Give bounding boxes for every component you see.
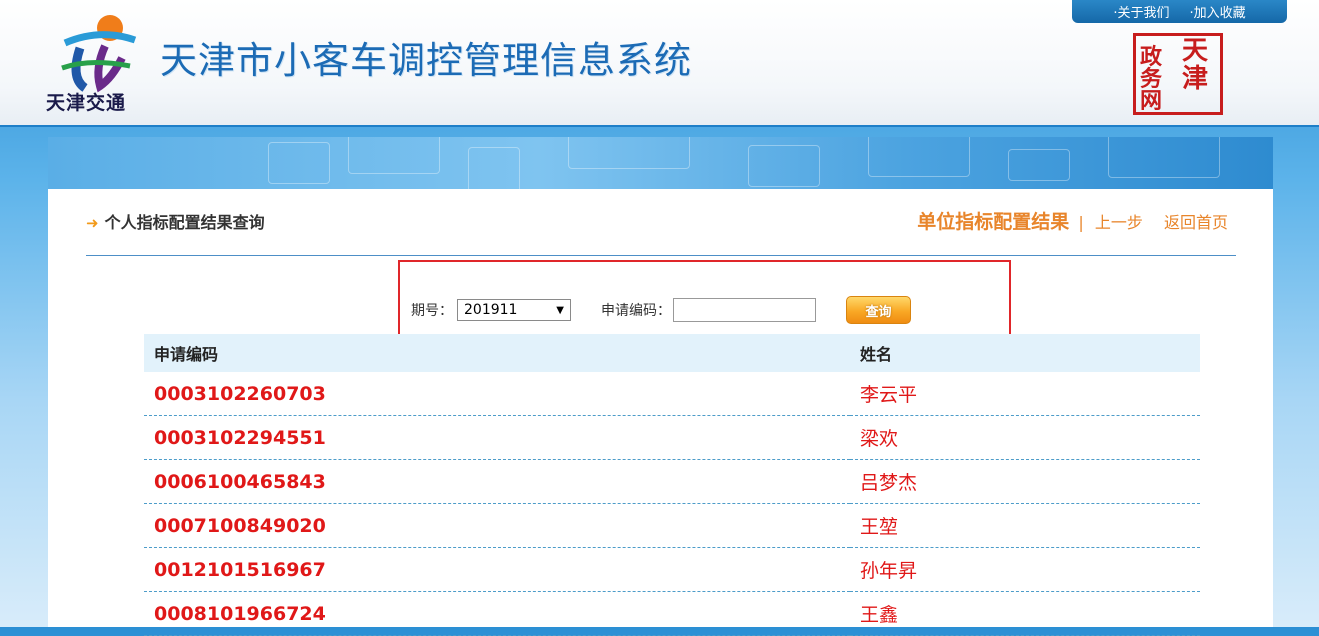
code-label: 申请编码：	[601, 303, 671, 319]
table-row: 0012101516967 孙年昇	[144, 547, 1200, 592]
period-label: 期号：	[411, 303, 453, 319]
link-separator: |	[1078, 213, 1084, 232]
arrow-right-icon: ➜	[86, 214, 99, 232]
application-code: 0007100849020	[144, 503, 850, 548]
column-header-code: 申请编码	[144, 334, 850, 372]
seal-char: 津	[1182, 64, 1209, 94]
page-title: 个人指标配置结果查询	[104, 213, 265, 232]
table-row: 0008101966724 王鑫	[144, 591, 1200, 636]
applicant-name: 孙年昇	[850, 547, 1200, 592]
about-us-link[interactable]: ·关于我们	[1113, 2, 1169, 21]
seal-char: 网	[1140, 88, 1163, 114]
top-links: ·关于我们 ·加入收藏	[1072, 0, 1287, 23]
query-button[interactable]: 查询	[846, 296, 911, 324]
applicant-name: 王鑫	[850, 591, 1200, 636]
table-row: 0006100465843 吕梦杰	[144, 459, 1200, 504]
application-code: 0012101516967	[144, 547, 850, 592]
main-content: ➜ 个人指标配置结果查询 单位指标配置结果 | 上一步 返回首页 期号： 2019…	[48, 189, 1273, 636]
search-form: 期号： 201911 ▼ 申请编码： 查询	[411, 296, 911, 324]
table-row: 0003102260703 李云平	[144, 372, 1200, 416]
applicant-name: 梁欢	[850, 415, 1200, 460]
application-code: 0003102260703	[144, 372, 850, 416]
result-table: 申请编码 姓名 0003102260703 李云平 0003102294551 …	[144, 334, 1200, 636]
decorative-banner	[48, 137, 1273, 189]
home-link[interactable]: 返回首页	[1164, 213, 1228, 232]
page-heading: ➜ 个人指标配置结果查询	[86, 209, 265, 233]
table-row: 0003102294551 梁欢	[144, 415, 1200, 460]
chevron-down-icon: ▼	[556, 304, 564, 316]
page-nav-links: 单位指标配置结果 | 上一步 返回首页	[917, 207, 1228, 234]
column-header-name: 姓名	[850, 334, 1200, 372]
site-header: 天津交通 天津市小客车调控管理信息系统 ·关于我们 ·加入收藏 天 津 政 务 …	[0, 0, 1319, 127]
logo-text: 天津交通	[46, 92, 127, 114]
application-code: 0006100465843	[144, 459, 850, 504]
unit-result-link[interactable]: 单位指标配置结果	[917, 211, 1069, 233]
application-code: 0008101966724	[144, 591, 850, 636]
divider	[86, 255, 1236, 256]
applicant-name: 李云平	[850, 372, 1200, 416]
applicant-name: 吕梦杰	[850, 459, 1200, 504]
seal-char: 天	[1182, 36, 1209, 66]
code-input[interactable]	[673, 298, 816, 322]
prev-step-link[interactable]: 上一步	[1095, 213, 1143, 232]
tianjin-government-seal-logo[interactable]: 天 津 政 务 网	[1133, 33, 1223, 115]
application-code: 0003102294551	[144, 415, 850, 460]
table-header-row: 申请编码 姓名	[144, 334, 1200, 372]
period-value: 201911	[464, 302, 518, 318]
applicant-name: 王堃	[850, 503, 1200, 548]
period-select[interactable]: 201911 ▼	[457, 299, 571, 321]
add-favorite-link[interactable]: ·加入收藏	[1190, 2, 1246, 21]
table-row: 0007100849020 王堃	[144, 503, 1200, 548]
site-title: 天津市小客车调控管理信息系统	[160, 39, 692, 82]
